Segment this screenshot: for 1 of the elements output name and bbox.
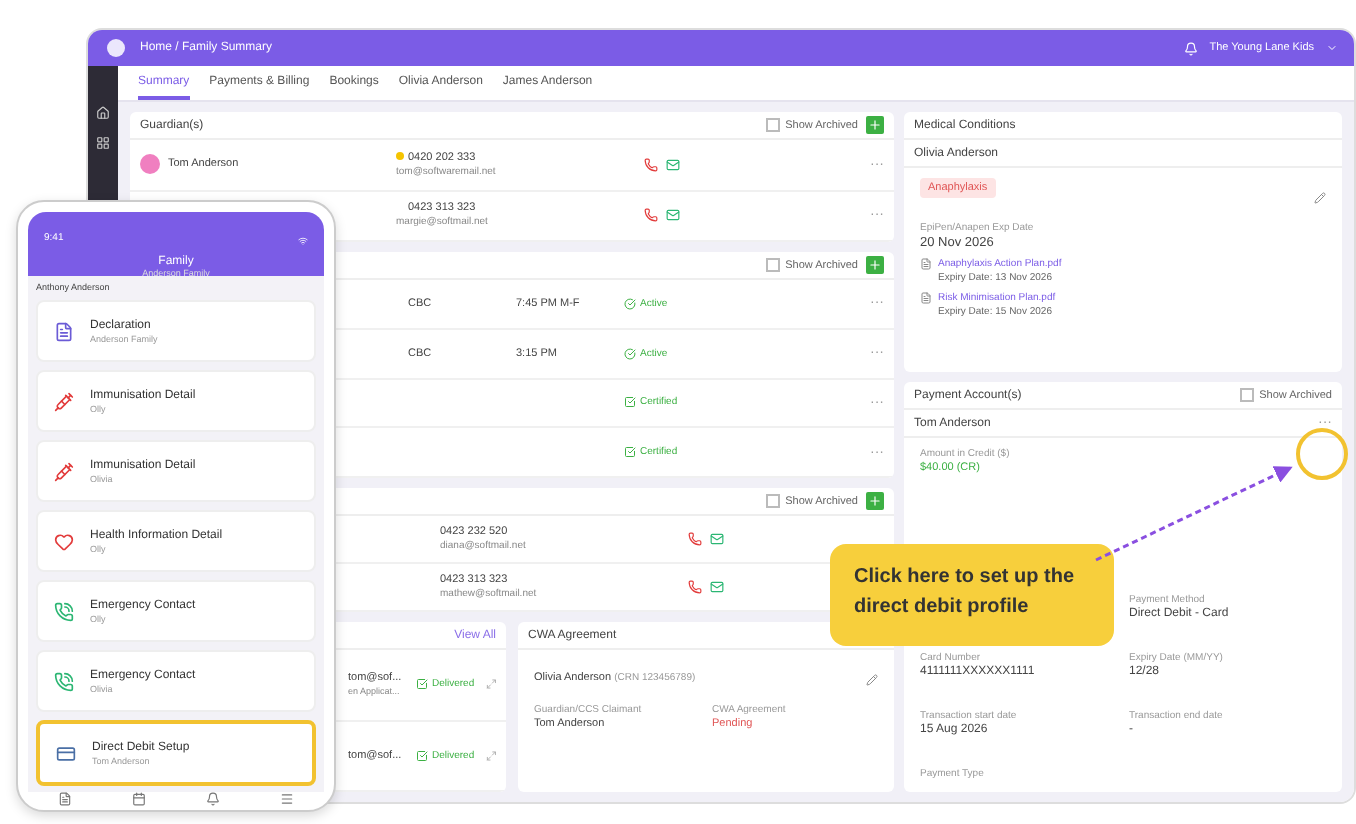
callout: Click here to set up the direct debit profile — [830, 544, 1114, 646]
